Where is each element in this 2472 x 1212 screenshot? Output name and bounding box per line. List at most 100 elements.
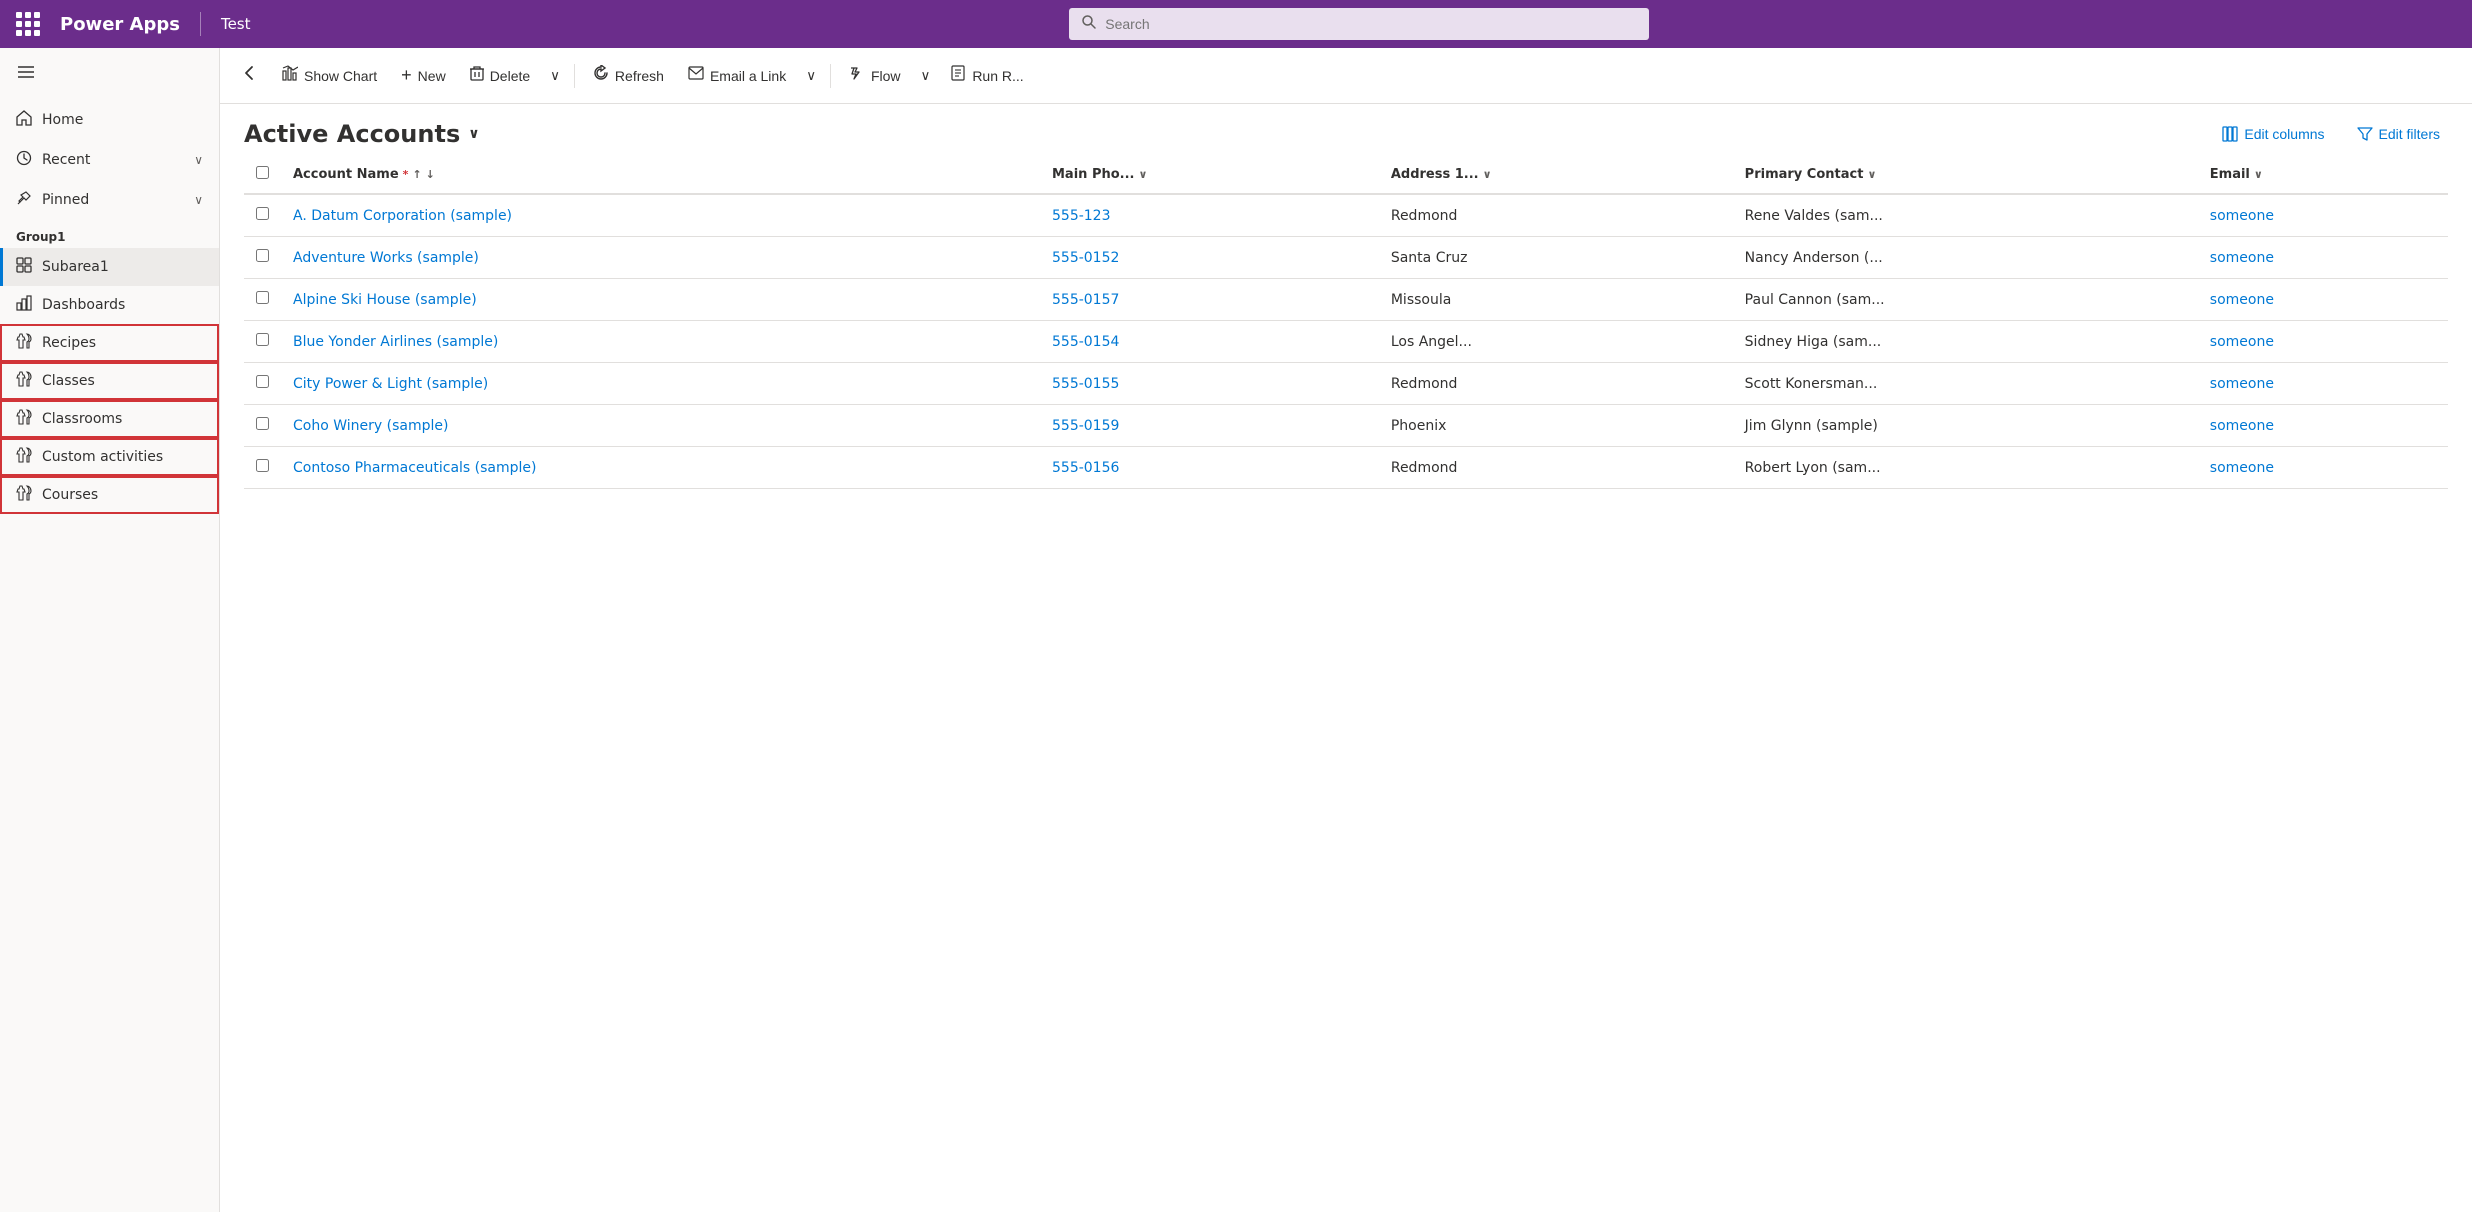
cell-account-name[interactable]: Coho Winery (sample) [281, 405, 1040, 447]
row-checkbox[interactable] [256, 459, 269, 472]
main-phone-value[interactable]: 555-123 [1052, 208, 1111, 224]
cell-email[interactable]: someone [2198, 237, 2448, 279]
app-launcher[interactable] [16, 12, 40, 36]
delete-button[interactable]: Delete [460, 59, 540, 92]
account-name-link[interactable]: Alpine Ski House (sample) [293, 292, 477, 308]
row-checkbox-cell[interactable] [244, 279, 281, 321]
account-name-link[interactable]: City Power & Light (sample) [293, 376, 488, 392]
col-account-name-label: Account Name [293, 167, 399, 182]
account-name-link[interactable]: Coho Winery (sample) [293, 418, 448, 434]
main-phone-value[interactable]: 555-0157 [1052, 292, 1119, 308]
flow-button[interactable]: Flow [839, 59, 911, 92]
sidebar-item-recent[interactable]: Recent ∨ [0, 140, 219, 180]
row-checkbox[interactable] [256, 249, 269, 262]
row-checkbox[interactable] [256, 333, 269, 346]
email-dropdown-button[interactable]: ∨ [800, 62, 822, 90]
delete-dropdown-button[interactable]: ∨ [544, 62, 566, 90]
row-checkbox[interactable] [256, 417, 269, 430]
sidebar-item-dashboards[interactable]: Dashboards [0, 286, 219, 324]
refresh-button[interactable]: Refresh [583, 59, 674, 92]
row-checkbox[interactable] [256, 207, 269, 220]
list-title-text: Active Accounts [244, 120, 460, 148]
run-report-label: Run R... [972, 68, 1023, 84]
address-value: Redmond [1391, 376, 1458, 392]
delete-icon [470, 65, 484, 86]
sidebar-item-classes[interactable]: Classes [0, 362, 219, 400]
row-checkbox-cell[interactable] [244, 237, 281, 279]
search-bar[interactable] [1069, 8, 1649, 40]
cell-account-name[interactable]: A. Datum Corporation (sample) [281, 194, 1040, 237]
run-report-button[interactable]: Run R... [940, 59, 1033, 92]
cell-main-phone: 555-0159 [1040, 405, 1379, 447]
edit-filters-button[interactable]: Edit filters [2349, 122, 2448, 146]
main-phone-value[interactable]: 555-0156 [1052, 460, 1119, 476]
cell-account-name[interactable]: Alpine Ski House (sample) [281, 279, 1040, 321]
main-phone-value[interactable]: 555-0152 [1052, 250, 1119, 266]
cell-primary-contact: Sidney Higa (sam... [1733, 321, 2198, 363]
email-value[interactable]: someone [2210, 418, 2274, 434]
custom-activities-icon [16, 447, 32, 467]
cell-email[interactable]: someone [2198, 447, 2448, 489]
email-value[interactable]: someone [2210, 208, 2274, 224]
sidebar-item-recipes[interactable]: Recipes [0, 324, 219, 362]
col-header-address[interactable]: Address 1... ∨ [1379, 156, 1733, 194]
email-value[interactable]: someone [2210, 376, 2274, 392]
col-header-primary-contact[interactable]: Primary Contact ∨ [1733, 156, 2198, 194]
account-name-link[interactable]: Adventure Works (sample) [293, 250, 479, 266]
cell-email[interactable]: someone [2198, 363, 2448, 405]
account-name-link[interactable]: Contoso Pharmaceuticals (sample) [293, 460, 537, 476]
sidebar-item-custom-activities[interactable]: Custom activities [0, 438, 219, 476]
row-checkbox-cell[interactable] [244, 321, 281, 363]
select-all-header[interactable] [244, 156, 281, 194]
sidebar-group-label: Group1 [0, 220, 219, 248]
row-checkbox-cell[interactable] [244, 405, 281, 447]
cell-email[interactable]: someone [2198, 194, 2448, 237]
email-value[interactable]: someone [2210, 334, 2274, 350]
col-header-email[interactable]: Email ∨ [2198, 156, 2448, 194]
new-button[interactable]: + New [391, 59, 456, 92]
email-link-button[interactable]: Email a Link [678, 60, 796, 91]
sidebar-item-courses[interactable]: Courses [0, 476, 219, 514]
hamburger-menu[interactable] [0, 48, 219, 100]
flow-dropdown-button[interactable]: ∨ [915, 62, 937, 90]
row-checkbox[interactable] [256, 291, 269, 304]
sidebar-home-label: Home [42, 112, 83, 128]
row-checkbox[interactable] [256, 375, 269, 388]
back-button[interactable] [232, 59, 268, 92]
col-header-main-phone[interactable]: Main Pho... ∨ [1040, 156, 1379, 194]
cell-email[interactable]: someone [2198, 279, 2448, 321]
main-phone-value[interactable]: 555-0159 [1052, 418, 1119, 434]
account-name-link[interactable]: Blue Yonder Airlines (sample) [293, 334, 498, 350]
main-phone-value[interactable]: 555-0154 [1052, 334, 1119, 350]
edit-columns-button[interactable]: Edit columns [2214, 122, 2332, 146]
email-value[interactable]: someone [2210, 250, 2274, 266]
row-checkbox-cell[interactable] [244, 447, 281, 489]
email-value[interactable]: someone [2210, 460, 2274, 476]
row-checkbox-cell[interactable] [244, 194, 281, 237]
cell-account-name[interactable]: Blue Yonder Airlines (sample) [281, 321, 1040, 363]
chevron-down-icon: ∨ [194, 193, 203, 207]
row-checkbox-cell[interactable] [244, 363, 281, 405]
sidebar-item-home[interactable]: Home [0, 100, 219, 140]
sidebar-recent-label: Recent [42, 152, 90, 168]
col-primary-contact-label: Primary Contact [1745, 167, 1864, 182]
show-chart-button[interactable]: Show Chart [272, 59, 387, 92]
select-all-checkbox[interactable] [256, 166, 269, 179]
sidebar-item-classrooms[interactable]: Classrooms [0, 400, 219, 438]
account-name-link[interactable]: A. Datum Corporation (sample) [293, 208, 512, 224]
cell-email[interactable]: someone [2198, 405, 2448, 447]
email-value[interactable]: someone [2210, 292, 2274, 308]
cell-account-name[interactable]: Adventure Works (sample) [281, 237, 1040, 279]
col-main-phone-label: Main Pho... [1052, 167, 1134, 182]
cell-email[interactable]: someone [2198, 321, 2448, 363]
main-phone-value[interactable]: 555-0155 [1052, 376, 1119, 392]
sidebar-item-subarea1[interactable]: Subarea1 [0, 248, 219, 286]
sort-asc-icon: ↑ [412, 168, 421, 181]
col-header-account-name[interactable]: Account Name * ↑ ↓ [281, 156, 1040, 194]
pinned-icon [16, 190, 32, 210]
cell-account-name[interactable]: City Power & Light (sample) [281, 363, 1040, 405]
search-input[interactable] [1105, 16, 1637, 32]
sidebar-item-pinned[interactable]: Pinned ∨ [0, 180, 219, 220]
cell-account-name[interactable]: Contoso Pharmaceuticals (sample) [281, 447, 1040, 489]
list-title[interactable]: Active Accounts ∨ [244, 120, 480, 148]
